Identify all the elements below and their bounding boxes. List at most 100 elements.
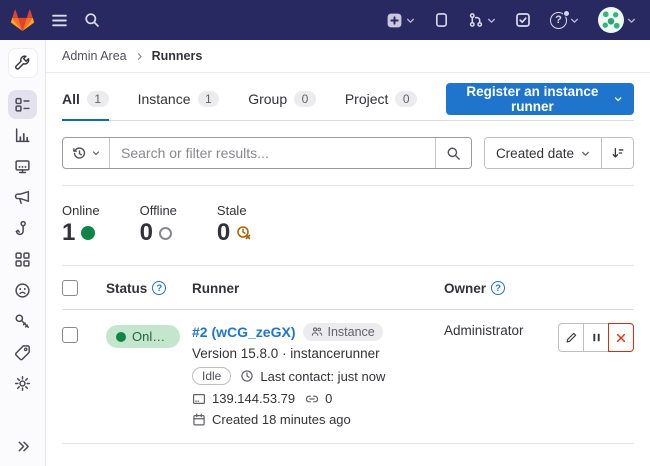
tab-count-badge: 1 bbox=[87, 91, 109, 107]
runner-jobs-count: 0 bbox=[325, 391, 332, 406]
chevron-down-icon bbox=[570, 16, 579, 25]
chevron-down-icon bbox=[581, 149, 590, 158]
users-icon bbox=[311, 326, 323, 338]
calendar-icon bbox=[192, 413, 206, 427]
plus-square-icon bbox=[386, 12, 403, 29]
tab-label: Project bbox=[345, 91, 389, 107]
link-icon bbox=[305, 392, 319, 406]
column-owner: Owner ? bbox=[444, 281, 554, 296]
pause-runner-button[interactable] bbox=[583, 323, 609, 352]
tab-instance[interactable]: Instance 1 bbox=[138, 82, 220, 121]
runner-actions bbox=[554, 323, 634, 352]
admin-area-wrench-icon[interactable] bbox=[8, 48, 38, 78]
chevron-down-icon bbox=[487, 16, 496, 25]
todos-icon[interactable] bbox=[515, 12, 531, 28]
select-runner-checkbox[interactable] bbox=[62, 327, 78, 343]
runner-stats: Online 1 Offline 0 Stale 0 bbox=[62, 186, 634, 265]
stat-stale: Stale 0 bbox=[217, 203, 252, 245]
column-status: Status ? bbox=[106, 281, 192, 296]
gitlab-logo[interactable] bbox=[10, 8, 35, 32]
owner-help-icon[interactable]: ? bbox=[491, 281, 505, 295]
column-runner: Runner bbox=[192, 281, 444, 296]
runner-summary-cell: #2 (wCG_zeGX) Instance Version 15.8.0 · … bbox=[192, 323, 444, 427]
offline-status-icon bbox=[159, 227, 172, 240]
tab-label: All bbox=[62, 91, 80, 107]
tab-count-badge: 0 bbox=[294, 91, 316, 107]
delete-runner-button[interactable] bbox=[608, 323, 634, 352]
pencil-icon bbox=[565, 331, 578, 344]
sidebar-item-settings[interactable] bbox=[8, 369, 37, 398]
stat-offline: Offline 0 bbox=[140, 203, 177, 245]
sidebar-item-abuse-reports[interactable] bbox=[8, 276, 37, 305]
runner-status-badge: Online bbox=[106, 325, 180, 348]
tab-group[interactable]: Group 0 bbox=[248, 82, 316, 121]
search-filter-group bbox=[62, 137, 472, 169]
close-icon bbox=[615, 332, 627, 344]
sidebar-expand-toggle[interactable] bbox=[0, 439, 46, 454]
avatar bbox=[598, 7, 624, 33]
breadcrumb-runners: Runners bbox=[152, 49, 203, 63]
runner-owner-link[interactable]: Administrator bbox=[444, 323, 554, 338]
history-icon bbox=[72, 146, 87, 161]
runner-last-contact: Last contact: just now bbox=[260, 369, 385, 384]
runner-status-label: Online bbox=[132, 329, 166, 344]
breadcrumb: Admin Area Runners bbox=[46, 40, 650, 73]
help-dropdown[interactable]: ? bbox=[550, 12, 579, 29]
recent-searches-dropdown[interactable] bbox=[63, 138, 110, 168]
online-dot-icon bbox=[116, 332, 126, 342]
sidebar-item-applications[interactable] bbox=[8, 245, 37, 274]
column-status-label: Status bbox=[106, 281, 147, 296]
sort-by-label: Created date bbox=[496, 146, 574, 161]
main-content: Admin Area Runners All 1 Instance 1 Gr bbox=[46, 40, 650, 466]
sidebar-item-analytics[interactable] bbox=[8, 121, 37, 150]
user-menu[interactable] bbox=[598, 7, 636, 33]
sort-group: Created date bbox=[484, 137, 634, 169]
runner-type-badge: Instance bbox=[303, 323, 382, 341]
runner-link[interactable]: #2 (wCG_zeGX) bbox=[192, 324, 295, 340]
notification-dot bbox=[563, 10, 570, 17]
runner-type-label: Instance bbox=[327, 325, 374, 339]
breadcrumb-admin-area[interactable]: Admin Area bbox=[62, 49, 127, 63]
tab-count-badge: 1 bbox=[198, 91, 220, 107]
sort-by-dropdown[interactable]: Created date bbox=[485, 138, 601, 168]
merge-request-icon bbox=[468, 12, 484, 28]
tab-project[interactable]: Project 0 bbox=[345, 82, 417, 121]
issues-icon[interactable] bbox=[434, 12, 449, 28]
chevron-down-icon bbox=[406, 16, 415, 25]
sidebar-item-messages[interactable] bbox=[8, 183, 37, 212]
status-help-icon[interactable]: ? bbox=[152, 281, 166, 295]
sidebar-item-overview[interactable] bbox=[8, 90, 37, 119]
column-runner-label: Runner bbox=[192, 281, 239, 296]
sidebar-item-monitoring[interactable] bbox=[8, 152, 37, 181]
clock-icon bbox=[240, 369, 254, 383]
runners-table-header: Status ? Runner Owner ? bbox=[62, 265, 634, 310]
chevron-down-icon bbox=[627, 16, 636, 25]
hamburger-menu-icon[interactable] bbox=[51, 12, 68, 29]
online-status-icon bbox=[81, 226, 95, 240]
column-owner-label: Owner bbox=[444, 281, 486, 296]
host-icon bbox=[192, 392, 206, 406]
sidebar-item-credentials[interactable] bbox=[8, 307, 37, 336]
stat-online: Online 1 bbox=[62, 203, 100, 245]
double-chevron-right-icon bbox=[16, 439, 31, 454]
sidebar-item-labels[interactable] bbox=[8, 338, 37, 367]
register-instance-runner-button[interactable]: Register an instance runner bbox=[446, 83, 634, 115]
search-icon[interactable] bbox=[84, 12, 100, 28]
merge-requests-dropdown[interactable] bbox=[468, 12, 496, 28]
edit-runner-button[interactable] bbox=[558, 323, 584, 352]
stat-value: 1 bbox=[62, 221, 75, 245]
stat-label: Offline bbox=[140, 203, 177, 218]
tab-count-badge: 0 bbox=[395, 91, 417, 107]
select-all-checkbox[interactable] bbox=[62, 280, 78, 296]
new-item-dropdown[interactable] bbox=[386, 12, 415, 29]
sidebar-item-system-hooks[interactable] bbox=[8, 214, 37, 243]
search-submit-button[interactable] bbox=[435, 138, 471, 168]
search-input[interactable] bbox=[110, 138, 435, 168]
runner-tabs-row: All 1 Instance 1 Group 0 Project 0 bbox=[62, 82, 634, 121]
pause-icon bbox=[591, 332, 602, 343]
filter-row: Created date bbox=[62, 137, 634, 169]
tab-all[interactable]: All 1 bbox=[62, 82, 109, 121]
sort-descending-icon bbox=[611, 146, 625, 160]
sort-direction-button[interactable] bbox=[601, 138, 633, 168]
runner-created: Created 18 minutes ago bbox=[212, 412, 351, 427]
